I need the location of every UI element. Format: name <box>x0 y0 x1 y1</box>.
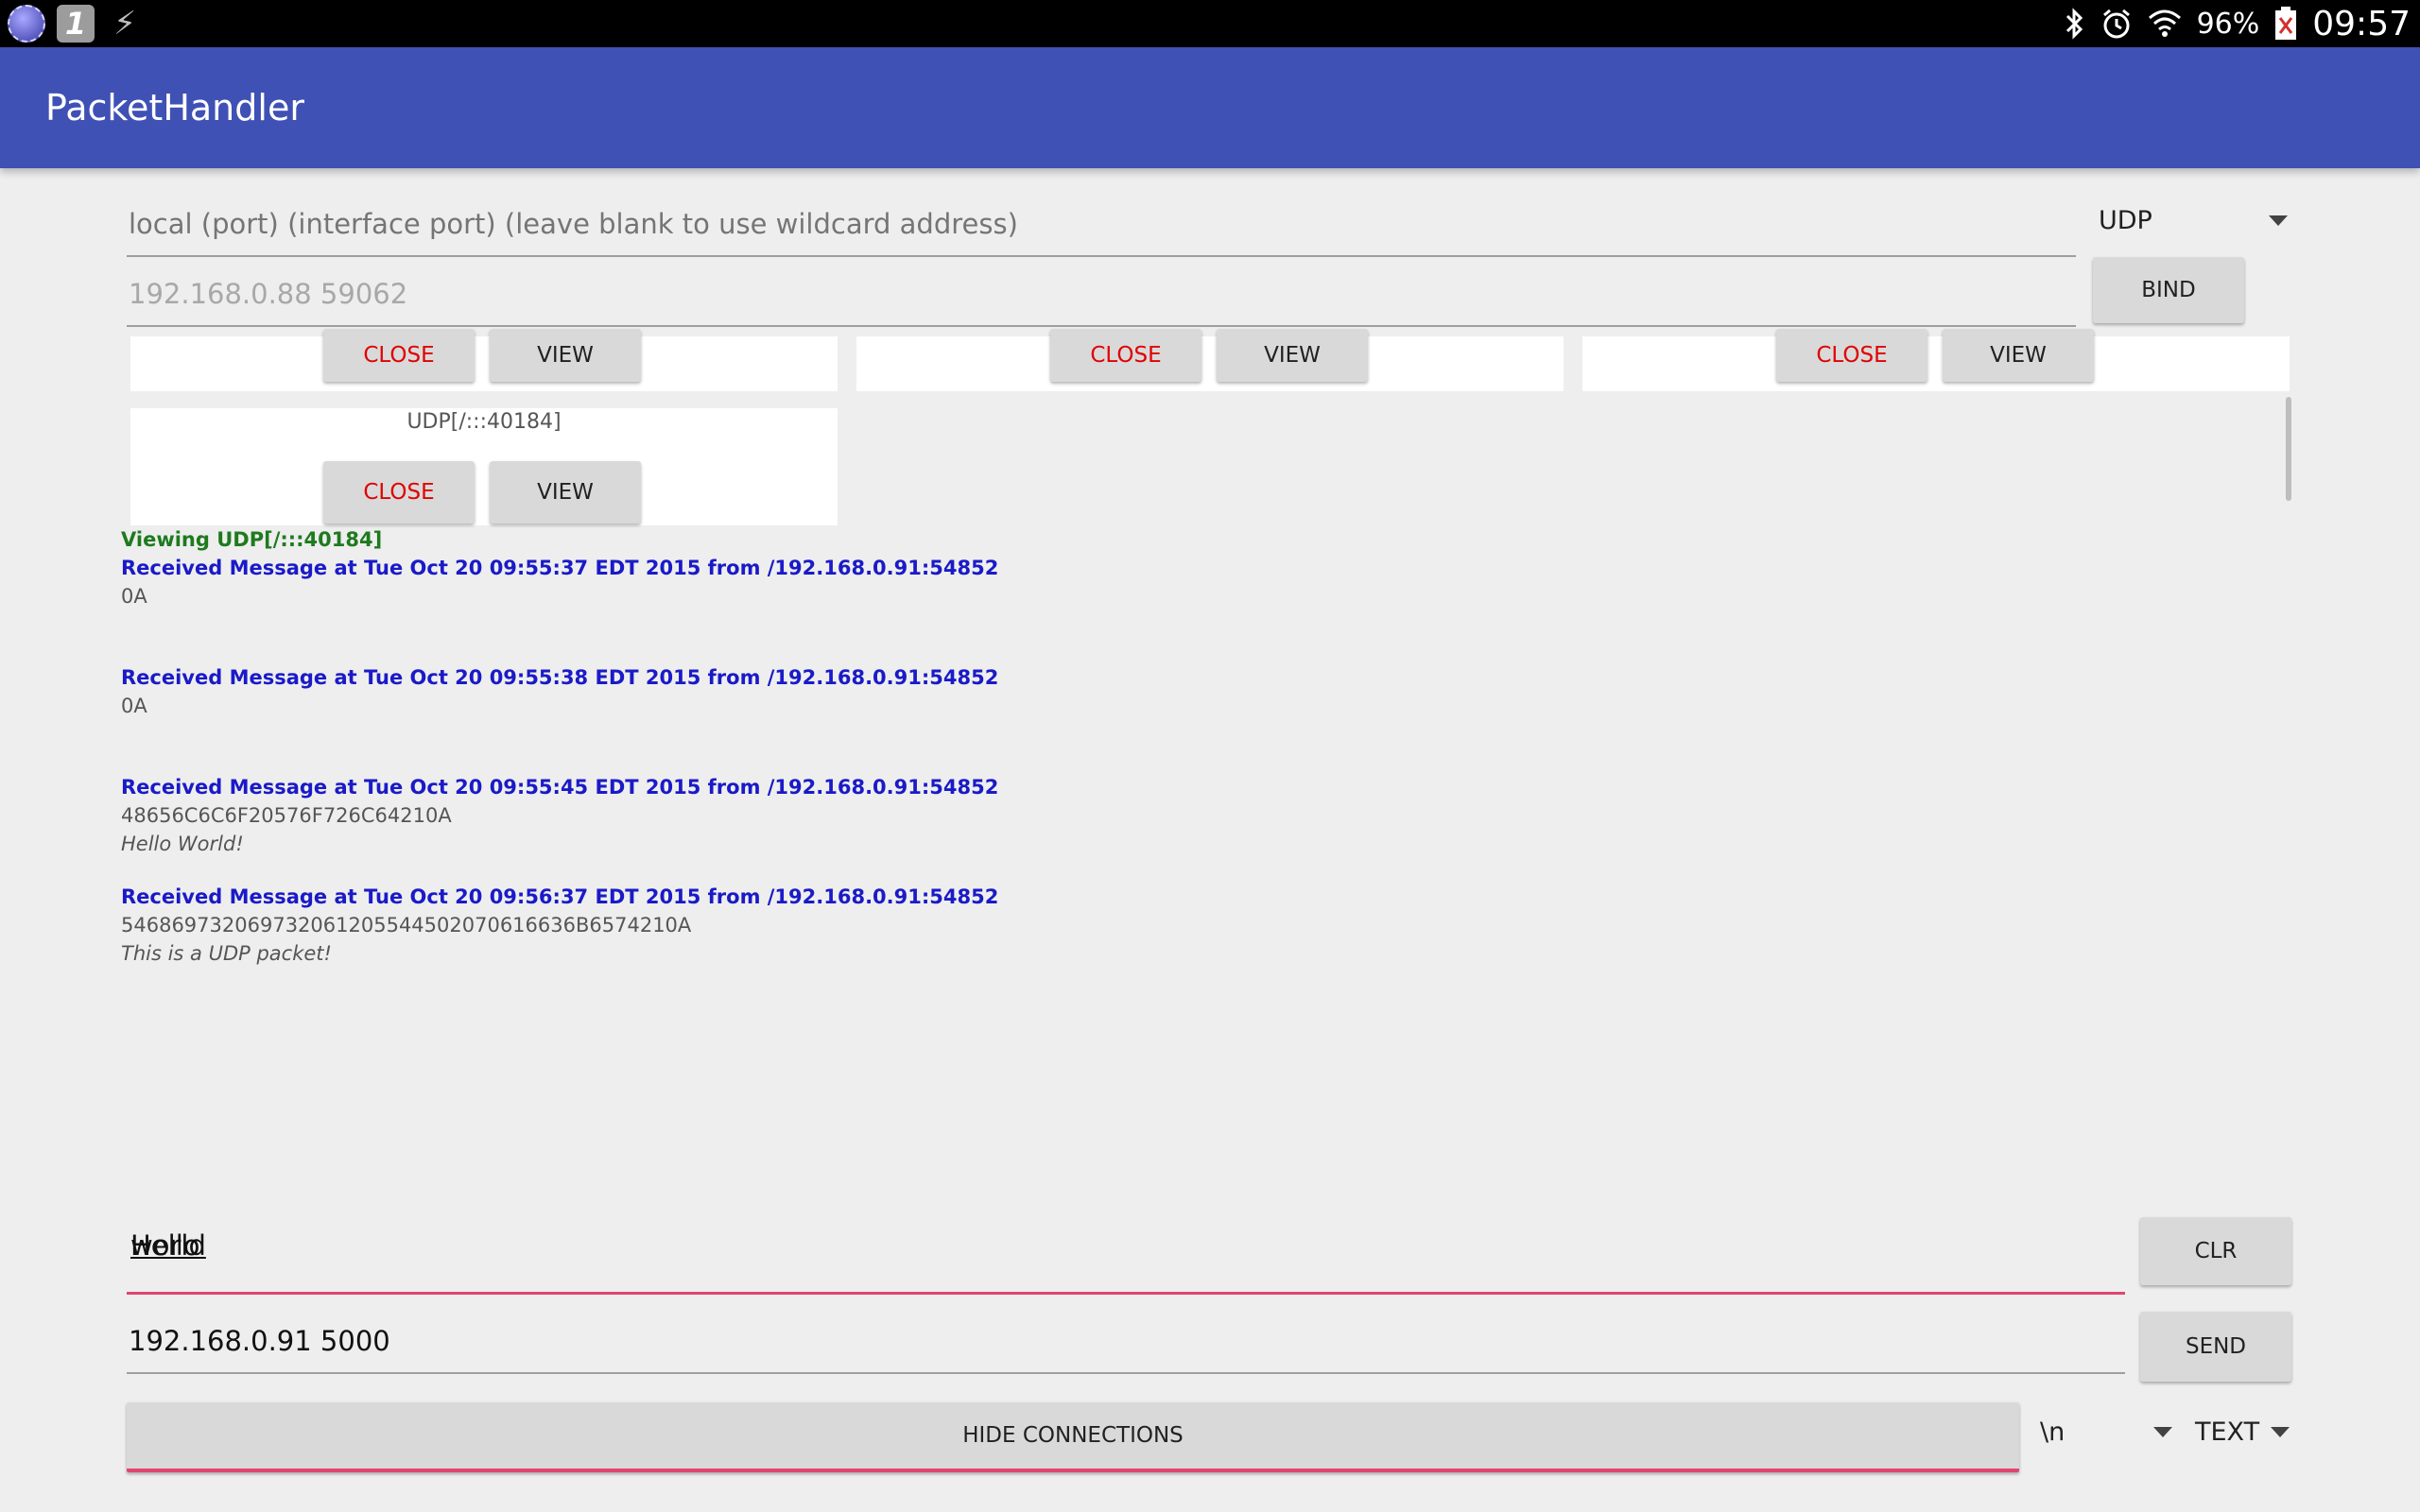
connection-card: CLOSE VIEW <box>130 329 838 391</box>
view-connection-button[interactable]: VIEW <box>1943 329 2094 382</box>
close-connection-button[interactable]: CLOSE <box>1050 329 1201 382</box>
view-connection-button[interactable]: VIEW <box>490 329 641 382</box>
battery-icon <box>2275 7 2297 40</box>
message-text: Hello World! <box>121 833 244 855</box>
connections-scrollbar[interactable] <box>2286 397 2291 501</box>
mode-spinner[interactable]: TEXT <box>2195 1418 2290 1455</box>
number-badge-icon: 1 <box>57 5 95 43</box>
connection-card: CLOSE VIEW <box>1582 329 2290 391</box>
message-header: Received Message at Tue Oct 20 09:56:37 … <box>121 885 999 908</box>
list-item: Received Message at Tue Oct 20 09:55:45 … <box>121 773 1255 858</box>
connection-card: CLOSE VIEW <box>856 329 1564 391</box>
clock: 09:57 <box>2312 4 2411 43</box>
notification-icons: 1 ⚡ <box>8 5 144 43</box>
close-connection-button[interactable]: CLOSE <box>323 461 475 524</box>
app-title: PacketHandler <box>45 87 304 129</box>
line-ending-spinner[interactable]: \n <box>2040 1418 2172 1455</box>
message-header: Received Message at Tue Oct 20 09:55:45 … <box>121 776 999 799</box>
message-hex: 0A <box>121 695 147 717</box>
protocol-spinner[interactable]: UDP <box>2099 206 2288 244</box>
packet-handler-notification-icon <box>8 5 45 43</box>
message-input[interactable]: Hello world <box>127 1215 2125 1295</box>
local-port-input[interactable]: local (port) (interface port) (leave bla… <box>127 189 2076 257</box>
line-ending-value: \n <box>2040 1418 2066 1447</box>
app-bar: PacketHandler <box>0 47 2420 168</box>
bluetooth-icon <box>2066 8 2083 40</box>
message-hex: 48656C6C6F20576F726C64210A <box>121 804 452 827</box>
close-connection-button[interactable]: CLOSE <box>323 329 475 382</box>
list-item: Received Message at Tue Oct 20 09:55:37 … <box>121 554 1255 610</box>
list-item: Received Message at Tue Oct 20 09:56:37 … <box>121 883 1255 968</box>
message-hex: 546869732069732061205544502070616636B657… <box>121 914 692 936</box>
bind-address-input[interactable]: 192.168.0.88 59062 <box>127 257 2076 327</box>
message-header: Received Message at Tue Oct 20 09:55:37 … <box>121 557 999 579</box>
chevron-down-icon <box>2269 215 2288 226</box>
connection-card: UDP[/:::40184] CLOSE VIEW <box>130 408 838 525</box>
chevron-down-icon <box>2271 1427 2290 1437</box>
lightning-icon: ⚡ <box>113 5 136 43</box>
list-item: Received Message at Tue Oct 20 09:55:38 … <box>121 663 1255 720</box>
connection-title: UDP[/:::40184] <box>406 410 562 434</box>
message-hex: 0A <box>121 585 147 608</box>
message-header: Received Message at Tue Oct 20 09:55:38 … <box>121 666 999 689</box>
message-word-underlined: world <box>130 1229 206 1262</box>
message-log: Viewing UDP[/:::40184] Received Message … <box>121 525 1255 992</box>
system-icons: 96% 09:57 <box>2065 0 2411 47</box>
mode-value: TEXT <box>2195 1418 2260 1447</box>
alarm-icon <box>2102 9 2130 39</box>
view-connection-button[interactable]: VIEW <box>490 461 641 524</box>
hide-connections-button[interactable]: HIDE CONNECTIONS <box>127 1402 2019 1472</box>
chevron-down-icon <box>2153 1427 2172 1437</box>
target-address-input[interactable]: 192.168.0.91 5000 <box>127 1300 2125 1374</box>
wifi-icon <box>2148 9 2181 37</box>
clear-button[interactable]: CLR <box>2140 1217 2291 1285</box>
bind-button[interactable]: BIND <box>2093 257 2244 323</box>
viewing-label: Viewing UDP[/:::40184] <box>121 528 383 551</box>
protocol-value: UDP <box>2099 206 2152 235</box>
status-bar: 1 ⚡ 96% 09:57 <box>0 0 2420 47</box>
view-connection-button[interactable]: VIEW <box>1217 329 1368 382</box>
battery-percent: 96% <box>2196 7 2260 41</box>
close-connection-button[interactable]: CLOSE <box>1776 329 1927 382</box>
send-button[interactable]: SEND <box>2140 1312 2291 1382</box>
message-text: This is a UDP packet! <box>121 942 332 965</box>
